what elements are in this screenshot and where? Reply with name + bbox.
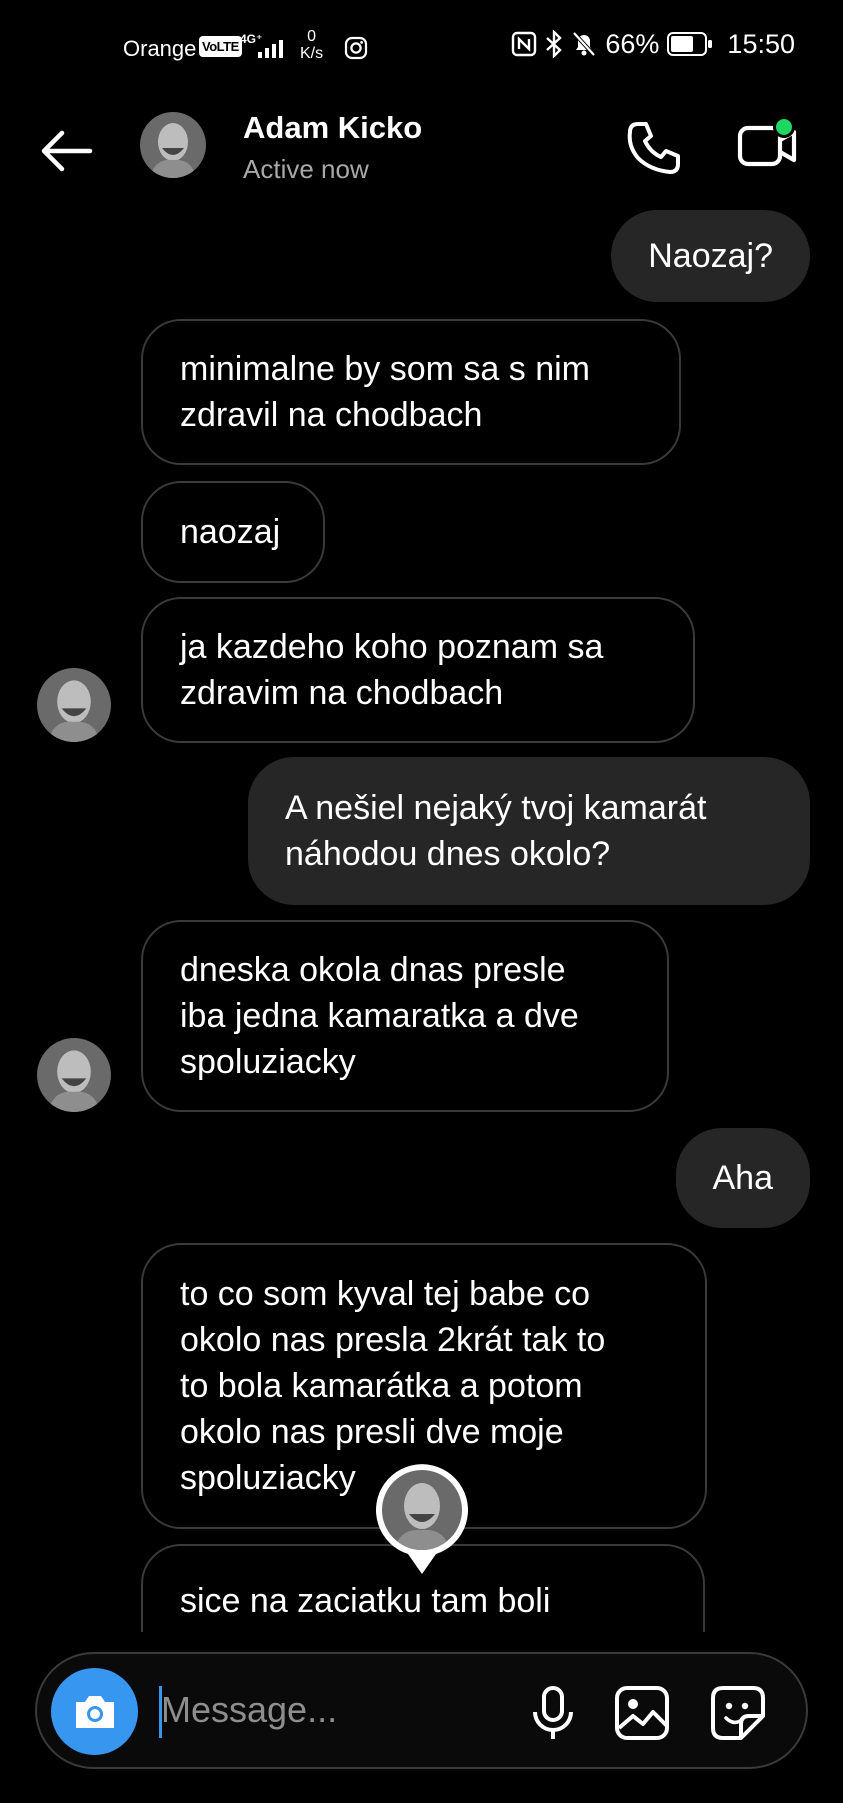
status-right: 66% 15:50 xyxy=(511,30,795,58)
instagram-icon xyxy=(344,36,368,60)
speed-value: 0 xyxy=(307,28,317,45)
seen-avatar-pin[interactable] xyxy=(372,1460,472,1580)
message-bubble-incoming[interactable]: ja kazdeho koho poznam sa zdravim na cho… xyxy=(141,597,695,743)
status-bar: Orange VoLTE 4G⁺ 0 K/s 66% 15:50 xyxy=(0,0,843,100)
avatar-portrait-icon xyxy=(140,112,206,178)
volte-badge: VoLTE xyxy=(199,36,242,57)
message-bubble-outgoing[interactable]: A nešiel nejaký tvoj kamarát náhodou dne… xyxy=(248,757,810,905)
back-arrow-icon[interactable] xyxy=(36,126,96,176)
clock: 15:50 xyxy=(727,28,795,59)
sticker-icon[interactable] xyxy=(709,1684,767,1742)
message-text: sice na zaciatku tam boli xyxy=(180,1582,551,1620)
contact-avatar[interactable] xyxy=(140,112,206,178)
message-text: dneska okola dnas presle iba jedna kamar… xyxy=(180,951,579,1081)
network-speed: 0 K/s xyxy=(300,28,323,62)
video-call-indicator xyxy=(773,116,795,138)
message-text: A nešiel nejaký tvoj kamarát náhodou dne… xyxy=(285,789,707,873)
bluetooth-icon xyxy=(546,30,563,58)
carrier-label: Orange xyxy=(123,36,197,61)
nfc-icon xyxy=(512,31,537,57)
battery-percent: 66% xyxy=(605,28,660,59)
message-text: minimalne by som sa s nim zdravil na cho… xyxy=(180,350,591,434)
battery-icon xyxy=(667,32,713,56)
message-input[interactable] xyxy=(161,1680,521,1740)
muted-bell-icon xyxy=(572,31,596,57)
message-text: Aha xyxy=(712,1159,774,1197)
microphone-icon[interactable] xyxy=(525,1684,581,1742)
contact-name[interactable]: Adam Kicko xyxy=(243,110,422,146)
message-bubble-outgoing[interactable]: Naozaj? xyxy=(611,210,810,302)
speed-unit: K/s xyxy=(300,45,324,62)
message-list[interactable]: Naozaj? minimalne by som sa s nim zdravi… xyxy=(0,206,843,1632)
camera-icon xyxy=(75,1695,114,1728)
message-text: ja kazdeho koho poznam sa zdravim na cho… xyxy=(180,628,604,712)
signal-icon xyxy=(258,40,283,58)
message-bubble-incoming[interactable]: dneska okola dnas presle iba jedna kamar… xyxy=(141,920,669,1112)
phone-icon[interactable] xyxy=(624,118,684,178)
chat-header: Adam Kicko Active now xyxy=(0,100,843,210)
message-text: naozaj xyxy=(180,513,281,551)
gallery-icon[interactable] xyxy=(613,1684,671,1742)
contact-status: Active now xyxy=(243,154,369,184)
message-text: Naozaj? xyxy=(648,237,773,275)
avatar-portrait-icon xyxy=(37,1038,111,1112)
camera-button[interactable] xyxy=(51,1668,138,1755)
sender-avatar[interactable] xyxy=(37,1038,111,1112)
message-bubble-incoming[interactable]: minimalne by som sa s nim zdravil na cho… xyxy=(141,319,681,465)
message-composer xyxy=(35,1652,808,1769)
avatar-portrait-icon xyxy=(37,668,111,742)
message-bubble-incoming[interactable]: naozaj xyxy=(141,481,325,583)
sender-avatar[interactable] xyxy=(37,668,111,742)
message-bubble-outgoing[interactable]: Aha xyxy=(675,1128,810,1228)
